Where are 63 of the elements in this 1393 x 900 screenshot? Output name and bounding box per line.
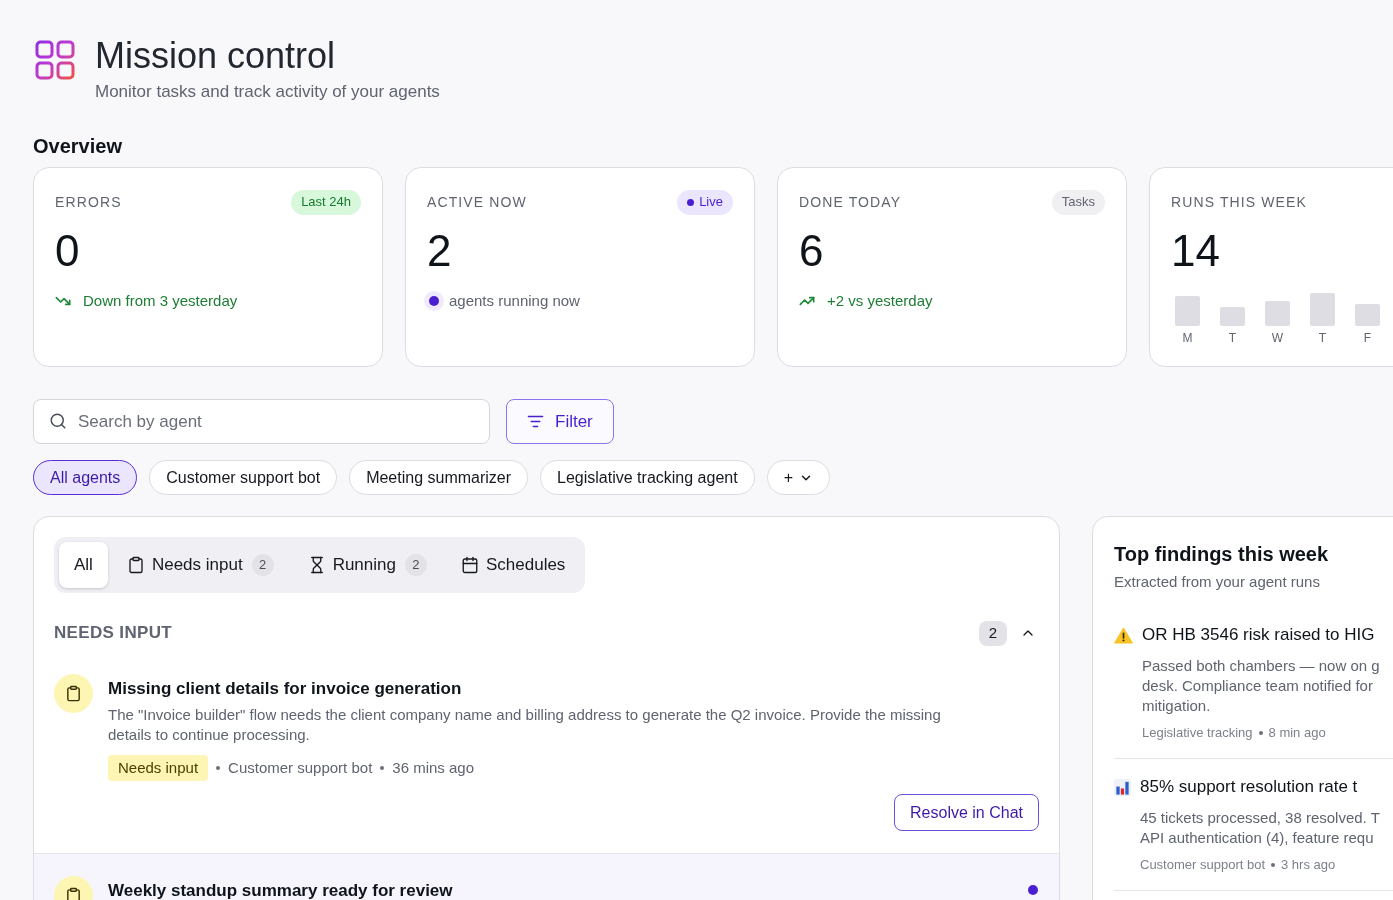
task-tab[interactable]: Running 2 (292, 542, 442, 588)
findings-subtitle: Extracted from your agent runs (1114, 572, 1320, 592)
stat-badge: Tasks (1051, 189, 1105, 215)
finding-description: 45 tickets processed, 38 resolved. T API authentication (4), feature requ (1140, 808, 1380, 848)
stat-value: 6 (799, 225, 824, 277)
search-field[interactable]: Search by agent (33, 399, 490, 444)
finding-time: 3 hrs ago (1281, 856, 1336, 874)
day-label: W (1271, 331, 1284, 345)
stat-value: 0 (55, 225, 80, 277)
section-heading: Overview (33, 134, 122, 159)
task-title: Missing client details for invoice generation (108, 678, 462, 700)
tab-count: 2 (251, 554, 274, 576)
page-subtitle: Monitor tasks and track activity of your agents (95, 81, 440, 103)
calendar-icon (460, 556, 479, 574)
finding-title: OR HB 3546 risk raised to HIG (1142, 624, 1375, 646)
stat-label: DONE TODAY (799, 192, 902, 212)
finding-title: 85% support resolution rate t (1140, 776, 1358, 798)
task-title: Weekly standup summary ready for review (108, 880, 453, 900)
stat-badge: Live (677, 189, 733, 215)
task-tab[interactable]: Needs input 2 (111, 542, 289, 588)
search-icon (49, 412, 67, 430)
finding-description: Passed both chambers — now on g desk. Compliance team notified for mitigation. (1142, 656, 1380, 716)
stat-badge: Last 24h (291, 189, 361, 215)
trend-note: +2 vs yesterday (827, 290, 933, 311)
stat-value: 14 (1171, 225, 1220, 277)
tab-count: 2 (404, 554, 427, 576)
findings-title: Top findings this week (1114, 542, 1329, 567)
grid-logo-icon (35, 40, 75, 80)
task-description: The "Invoice builder" flow needs the client company name and billing address to generate the Q2 invoice. Provide the missing details to continue processing. (108, 705, 942, 745)
clipboard-icon (54, 674, 93, 713)
day-label: T (1228, 331, 1237, 345)
status-note: agents running now (449, 290, 580, 311)
status-tag: Needs input (108, 755, 209, 781)
trend-note: Down from 3 yesterday (83, 290, 238, 311)
finding-time: 8 min ago (1268, 724, 1326, 742)
agent-filter-chip[interactable]: All agents (33, 460, 138, 495)
agent-filter-chip[interactable]: Customer support bot (149, 460, 338, 495)
filter-button[interactable]: Filter (506, 399, 614, 444)
highlighted-task-row[interactable]: Weekly standup summary ready for review (34, 853, 1059, 900)
finding-source: Legislative tracking (1142, 724, 1253, 742)
day-label: F (1363, 331, 1372, 345)
bar-chart-icon (1114, 779, 1131, 796)
filter-icon (527, 413, 544, 430)
stat-label: ERRORS (55, 192, 122, 212)
task-time: 36 mins ago (392, 757, 475, 778)
page-title: Mission control (95, 36, 336, 76)
group-count: 2 (979, 620, 1007, 646)
finding-source: Customer support bot (1140, 856, 1265, 874)
day-label: M (1182, 331, 1193, 345)
agent-filter-chip[interactable]: Legislative tracking agent (540, 460, 755, 495)
task-tab[interactable]: Schedules (445, 542, 581, 588)
stat-label: ACTIVE NOW (427, 192, 527, 212)
day-label: T (1318, 331, 1327, 345)
agent-name: Customer support bot (228, 757, 373, 778)
group-heading: NEEDS INPUT (54, 622, 173, 645)
more-agents-chip[interactable]: + (766, 460, 830, 495)
clipboard-icon (126, 556, 145, 574)
agent-filter-chip[interactable]: Meeting summarizer (349, 460, 529, 495)
stat-value: 2 (427, 225, 452, 277)
warning-icon (1114, 627, 1133, 644)
stat-label: RUNS THIS WEEK (1171, 192, 1307, 212)
task-tab[interactable]: All (59, 542, 108, 588)
resolve-button[interactable]: Resolve in Chat (894, 794, 1039, 831)
